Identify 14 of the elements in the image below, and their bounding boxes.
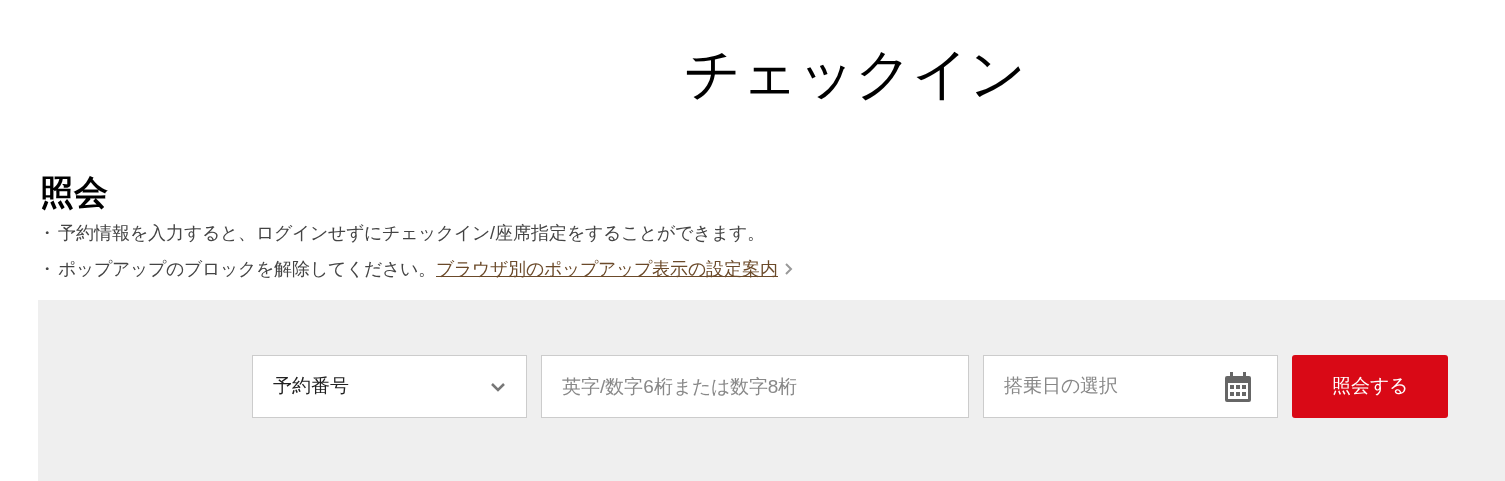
settings-guide-link[interactable]: ブラウザ別のポップアップ表示の設定案内 (436, 256, 778, 282)
bullet: ・ (38, 222, 57, 245)
note-text: 予約情報を入力すると、ログインせずにチェックイン/座席指定をすることができます。 (58, 222, 765, 245)
boarding-date-field[interactable]: 搭乗日の選択 (983, 355, 1278, 418)
page-title: チェックイン (684, 41, 1026, 107)
note-text: ポップアップのブロックを解除してください。 (58, 258, 436, 281)
reservation-type-select[interactable]: 予約番号 (252, 355, 527, 418)
chevron-right-icon (784, 262, 793, 276)
bullet: ・ (38, 258, 57, 281)
chevron-down-icon (490, 381, 506, 392)
reservation-number-field[interactable]: 英字/数字6桁または数字8桁 (541, 355, 969, 418)
calendar-icon (1225, 371, 1251, 402)
section-heading: 照会 (40, 172, 108, 213)
search-button[interactable]: 照会する (1292, 355, 1448, 418)
